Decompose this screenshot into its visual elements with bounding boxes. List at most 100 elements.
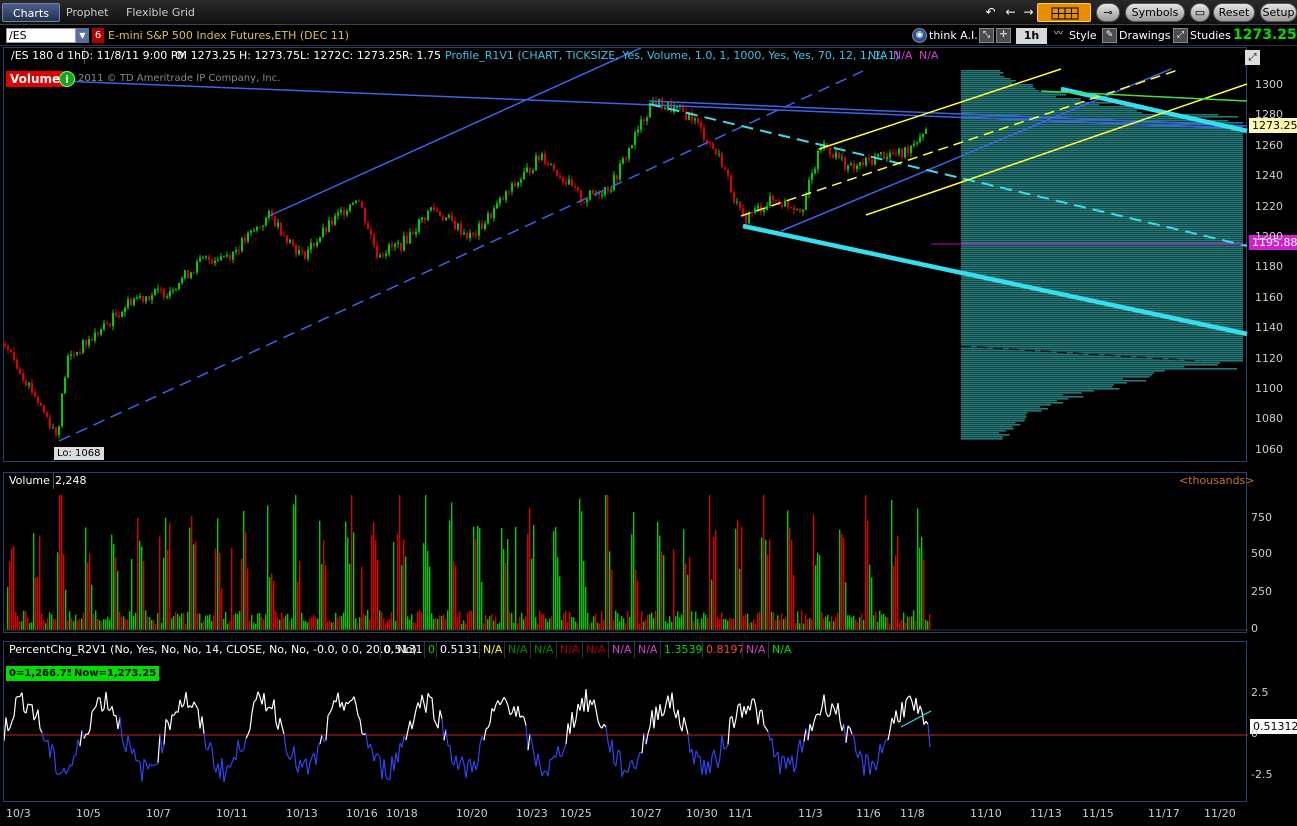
price-axis-tick: 1080 bbox=[1255, 412, 1283, 426]
time-axis-tick: 10/27 bbox=[630, 807, 662, 820]
price-axis-tick: 1140 bbox=[1255, 321, 1283, 335]
menu-bar: Charts Prophet Flexible Grid ↶ ← → ⊸ Sym… bbox=[0, 0, 1297, 25]
time-axis-tick: 10/30 bbox=[686, 807, 718, 820]
price-axis-tick: 1060 bbox=[1255, 442, 1283, 456]
time-axis-tick: 10/25 bbox=[560, 807, 592, 820]
style-button[interactable]: Style bbox=[1069, 28, 1097, 44]
price-axis-tick: 1200 bbox=[1255, 230, 1283, 243]
drawing-tool-icon[interactable]: ⤡ bbox=[979, 28, 994, 43]
percent-change-panel[interactable]: PercentChg_R2V1 (No, Yes, No, No, 14, CL… bbox=[3, 641, 1248, 803]
symbol-description: E-mini S&P 500 Index Futures,ETH (DEC 11… bbox=[108, 29, 350, 42]
time-axis-tick: 11/13 bbox=[1030, 807, 1062, 820]
ohlc-high: H: 1273.75 bbox=[239, 49, 300, 62]
grid-icon bbox=[1051, 7, 1079, 20]
time-axis-tick: 10/3 bbox=[6, 807, 31, 820]
aggregation-label: /ES 180 d 1h bbox=[8, 48, 86, 64]
ohlc-open: O: 1273.25 bbox=[175, 49, 237, 62]
tab-prophet[interactable]: Prophet bbox=[56, 3, 119, 22]
time-axis-tick: 10/18 bbox=[386, 807, 418, 820]
volume-panel-header: Volume 2,248 <thousands> bbox=[4, 473, 1255, 489]
symbols-button[interactable]: Symbols bbox=[1125, 3, 1185, 22]
indicator-value: N/A bbox=[582, 642, 608, 658]
studies-button[interactable]: Studies bbox=[1190, 28, 1231, 44]
price-chart-panel[interactable]: /ES 180 d 1h D: 11/8/11 9:00 PM O: 1273.… bbox=[3, 47, 1260, 463]
price-axis-tick: 1160 bbox=[1255, 290, 1283, 304]
ohlc-low: L: 1272 bbox=[300, 49, 342, 62]
symbol-input[interactable] bbox=[6, 28, 76, 43]
indicator-value: N/A bbox=[556, 642, 582, 658]
price-axis-tick: 1300 bbox=[1255, 78, 1283, 91]
print-icon[interactable]: ▭ bbox=[1190, 3, 1210, 22]
indicator-value: 0.5131 bbox=[380, 642, 426, 658]
volume-units: <thousands> bbox=[1179, 474, 1255, 487]
volume-label: Volume bbox=[6, 473, 54, 489]
time-axis: 10/3 10/5 10/7 10/11 10/13 10/16 10/18 10/20 10/… bbox=[0, 803, 1297, 826]
volume-value: 2,248 bbox=[55, 474, 87, 487]
price-axis-tick: 1100 bbox=[1255, 382, 1283, 395]
indicator-value: 0.8197 bbox=[702, 642, 748, 658]
maximize-icon[interactable]: ⤢ bbox=[1245, 50, 1260, 65]
time-axis-tick: 10/16 bbox=[346, 807, 378, 820]
time-axis-tick: 11/8 bbox=[900, 807, 925, 820]
volume-axis-tick: 500 bbox=[1251, 547, 1272, 560]
link-number-badge[interactable]: 6 bbox=[92, 28, 104, 43]
price-axis-tick: 1220 bbox=[1255, 199, 1283, 213]
info-icon[interactable]: i bbox=[59, 71, 75, 87]
drawings-button[interactable]: Drawings bbox=[1119, 28, 1170, 44]
indicator-value: 0.5131 bbox=[436, 642, 482, 658]
price-chart[interactable] bbox=[4, 48, 1248, 463]
indicator-axis-tick: 0 bbox=[1251, 727, 1258, 740]
volume-chart[interactable] bbox=[4, 473, 1248, 634]
now-badge: Now=1,273.25 bbox=[71, 666, 160, 681]
setup-button[interactable]: Setup bbox=[1260, 3, 1297, 22]
crosshair-icon[interactable]: ✛ bbox=[996, 28, 1011, 43]
indicator-axis-tick: -2.5 bbox=[1251, 768, 1273, 781]
study-value-na: N/A bbox=[893, 49, 913, 62]
ohlc-close: C: 1273.25 bbox=[342, 49, 403, 62]
style-icon[interactable]: 〰 bbox=[1051, 28, 1066, 43]
volume-axis-tick: 250 bbox=[1251, 585, 1272, 598]
time-axis-tick: 10/20 bbox=[456, 807, 488, 820]
indicator-value: N/A bbox=[479, 642, 505, 658]
forward-arrow-icon[interactable]: → bbox=[1020, 4, 1037, 21]
think-ai-icon[interactable]: ◉ bbox=[912, 28, 927, 43]
undo-icon[interactable]: ↶ bbox=[982, 4, 999, 21]
last-price: 1273.25 bbox=[1233, 27, 1297, 43]
back-arrow-icon[interactable]: ← bbox=[1002, 4, 1019, 21]
time-axis-tick: 11/15 bbox=[1082, 807, 1114, 820]
price-panel-header: /ES 180 d 1h D: 11/8/11 9:00 PM O: 1273.… bbox=[4, 48, 1246, 64]
study-value-na: N/A bbox=[919, 49, 939, 62]
trend-channel-upper bbox=[268, 48, 642, 217]
ohlc-range: R: 1.75 bbox=[402, 49, 441, 62]
think-ai-button[interactable]: think A.I. bbox=[929, 28, 978, 44]
percent-change-chart[interactable] bbox=[4, 642, 1248, 803]
volume-bars bbox=[7, 495, 931, 630]
indicator-study-label[interactable]: PercentChg_R2V1 (No, Yes, No, No, 14, CL… bbox=[6, 642, 420, 658]
volume-panel[interactable]: Volume 2,248 <thousands> bbox=[3, 472, 1255, 634]
indicator-value: N/A bbox=[608, 642, 634, 658]
tab-charts[interactable]: Charts bbox=[2, 3, 60, 22]
time-axis-tick: 10/13 bbox=[286, 807, 318, 820]
zero-baseline-badge: 0=1,266.75 bbox=[6, 666, 77, 681]
indicator-axis-tick: 2.5 bbox=[1251, 686, 1269, 699]
time-axis-tick: 11/20 bbox=[1204, 807, 1236, 820]
reset-button[interactable]: Reset bbox=[1213, 3, 1255, 22]
indicator-value: 1.3539 bbox=[660, 642, 706, 658]
indicator-value: N/A bbox=[530, 642, 556, 658]
time-axis-tick: 11/1 bbox=[728, 807, 753, 820]
volume-badge[interactable]: Volume bbox=[6, 71, 65, 87]
profile-study-label[interactable]: Profile_R1V1 (CHART, TICKSIZE, Yes, Volu… bbox=[442, 48, 902, 64]
drawings-icon[interactable]: ✎ bbox=[1102, 28, 1117, 43]
link-icon[interactable]: ⊸ bbox=[1096, 3, 1120, 22]
time-axis-tick: 10/5 bbox=[76, 807, 101, 820]
studies-icon[interactable]: ⤢ bbox=[1173, 28, 1188, 43]
volume-axis-tick: 0 bbox=[1251, 622, 1258, 635]
timeframe-button[interactable]: 1h bbox=[1016, 28, 1047, 44]
indicator-value: N/A bbox=[504, 642, 530, 658]
symbol-dropdown-icon[interactable]: ▼ bbox=[76, 28, 89, 43]
indicator-value: N/A bbox=[634, 642, 660, 658]
indicator-value: N/A bbox=[768, 642, 794, 658]
tab-flexible-grid[interactable]: Flexible Grid bbox=[116, 3, 205, 22]
grid-layout-button[interactable] bbox=[1037, 3, 1091, 22]
volume-axis-tick: 750 bbox=[1251, 511, 1272, 524]
